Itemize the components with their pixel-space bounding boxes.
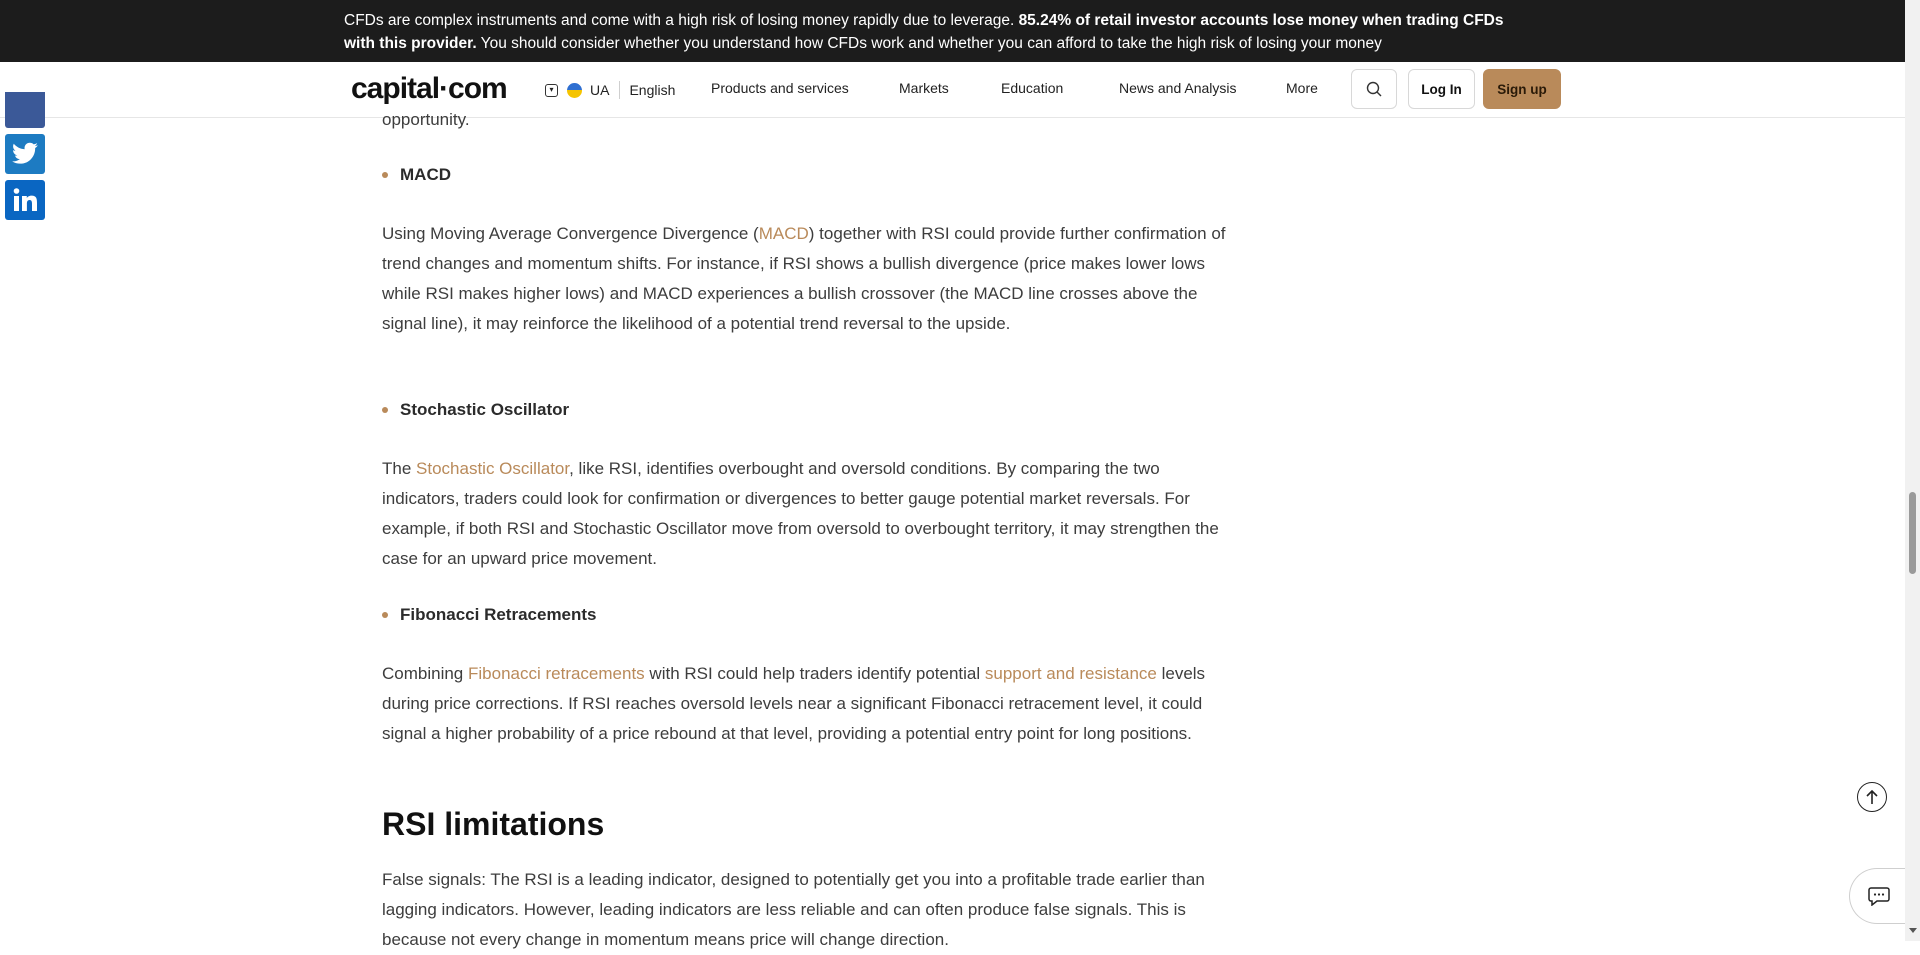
capital-com-logo[interactable]: capital·com	[351, 71, 508, 107]
linkedin-icon	[13, 188, 37, 211]
nav-education[interactable]: Education	[1001, 80, 1119, 96]
region-code: UA	[590, 82, 610, 98]
divider	[619, 81, 621, 99]
share-facebook-button[interactable]	[5, 92, 45, 128]
chevron-down-icon: ▾	[545, 83, 558, 97]
arrow-up-icon	[1866, 789, 1878, 804]
link-fibonacci-retracements[interactable]: Fibonacci retracements	[468, 664, 645, 683]
heading-rsi-limitations: RSI limitations	[382, 806, 605, 842]
link-macd[interactable]: MACD	[759, 224, 809, 243]
text: The	[382, 459, 417, 478]
scrollbar-thumb[interactable]	[1909, 492, 1916, 574]
text: with RSI could help traders identify pot…	[644, 664, 985, 683]
risk-banner-line-1: CFDs are complex instruments and come wi…	[344, 9, 1905, 32]
chat-button[interactable]	[1849, 868, 1907, 924]
risk-text-bold: 85.24% of retail investor accounts lose …	[1018, 12, 1504, 29]
risk-text: CFDs are complex instruments and come wi…	[344, 12, 1019, 29]
region-language-selector[interactable]: ▾ UA English	[545, 80, 675, 100]
logo-text: capital	[351, 72, 440, 105]
risk-text-bold: with this provider.	[344, 35, 477, 52]
share-twitter-button[interactable]	[5, 134, 45, 174]
scroll-down-arrow-icon[interactable]	[1909, 928, 1917, 933]
search-button[interactable]	[1351, 69, 1397, 109]
chat-icon	[1867, 887, 1890, 906]
link-stochastic-oscillator[interactable]: Stochastic Oscillator	[416, 459, 569, 478]
text: Combining	[382, 664, 468, 683]
logo-text: com	[448, 72, 508, 105]
search-icon	[1366, 81, 1382, 97]
risk-text: You should consider whether you understa…	[476, 35, 1382, 52]
paragraph-fibonacci: Combining Fibonacci retracements with RS…	[382, 659, 1232, 749]
main-nav: Products and services Markets Education …	[711, 80, 1326, 96]
nav-markets[interactable]: Markets	[899, 80, 1001, 96]
logo-dot: ·	[439, 72, 449, 105]
text: Using Moving Average Convergence Diverge…	[382, 224, 759, 243]
risk-banner-line-2: with this provider. You should consider …	[344, 32, 1905, 55]
scroll-to-top-button[interactable]	[1857, 782, 1887, 812]
sign-up-button[interactable]: Sign up	[1483, 69, 1561, 109]
paragraph-macd: Using Moving Average Convergence Diverge…	[382, 219, 1232, 339]
language-label: English	[629, 82, 676, 98]
nav-more[interactable]: More	[1286, 80, 1326, 96]
section-title-stochastic: Stochastic Oscillator	[381, 398, 569, 422]
twitter-icon	[12, 142, 38, 164]
risk-warning-banner: CFDs are complex instruments and come wi…	[0, 0, 1905, 62]
paragraph-limitations: False signals: The RSI is a leading indi…	[382, 870, 1205, 949]
nav-news-and-analysis[interactable]: News and Analysis	[1119, 80, 1286, 96]
ukraine-flag-icon	[567, 82, 582, 98]
nav-products-and-services[interactable]: Products and services	[711, 80, 899, 96]
section-title-macd: MACD	[382, 163, 451, 187]
paragraph: opportunity.	[382, 110, 470, 129]
page-scrollbar[interactable]	[1905, 0, 1920, 941]
share-linkedin-button[interactable]	[5, 180, 45, 220]
link-support-and-resistance[interactable]: support and resistance	[985, 664, 1157, 683]
section-title-fibonacci: Fibonacci Retracements	[382, 603, 597, 627]
paragraph-stochastic: The Stochastic Oscillator, like RSI, ide…	[382, 454, 1232, 574]
log-in-button[interactable]: Log In	[1408, 69, 1475, 109]
